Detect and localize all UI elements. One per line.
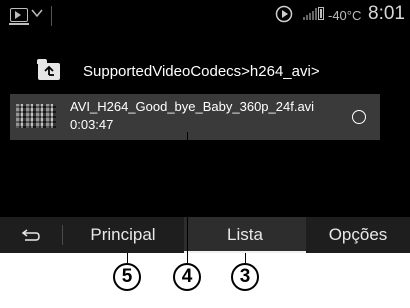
back-arrow-icon [21, 229, 40, 241]
callout-3-leader [245, 253, 246, 263]
status-bar: -40°C 8:01 [0, 0, 410, 38]
breadcrumb: SupportedVideoCodecs>h264_avi> [83, 63, 320, 80]
callout-3: 3 [231, 263, 259, 291]
status-divider [51, 6, 52, 26]
callout-4: 4 [173, 263, 201, 291]
folder-up-icon[interactable] [37, 59, 60, 80]
battery-icon [318, 7, 324, 20]
tab-opcoes[interactable]: Opções [306, 217, 410, 253]
video-thumbnail [16, 104, 56, 128]
signal-icon [303, 8, 317, 20]
chevron-down-icon[interactable] [31, 7, 43, 19]
callout-5: 5 [113, 263, 141, 291]
source-menu-icon[interactable] [9, 8, 29, 25]
list-item[interactable]: AVI_H264_Good_bye_Baby_360p_24f.avi 0:03… [10, 94, 380, 140]
multimedia-screen: -40°C 8:01 SupportedVideoCodecs>h264_avi… [0, 0, 410, 253]
clock: 8:01 [368, 3, 405, 24]
temperature-readout: -40°C [328, 8, 362, 23]
callout-5-leader [127, 253, 128, 263]
back-button[interactable] [0, 217, 62, 253]
select-radio[interactable] [352, 110, 366, 124]
file-duration: 0:03:47 [70, 117, 114, 132]
bottom-bar: Principal Lista Opções [0, 217, 410, 253]
play-circle-icon [275, 5, 293, 23]
tab-lista[interactable]: Lista [184, 217, 306, 253]
tab-principal[interactable]: Principal [62, 217, 184, 253]
file-name: AVI_H264_Good_bye_Baby_360p_24f.avi [70, 99, 315, 114]
callout-4-leader [187, 132, 188, 263]
